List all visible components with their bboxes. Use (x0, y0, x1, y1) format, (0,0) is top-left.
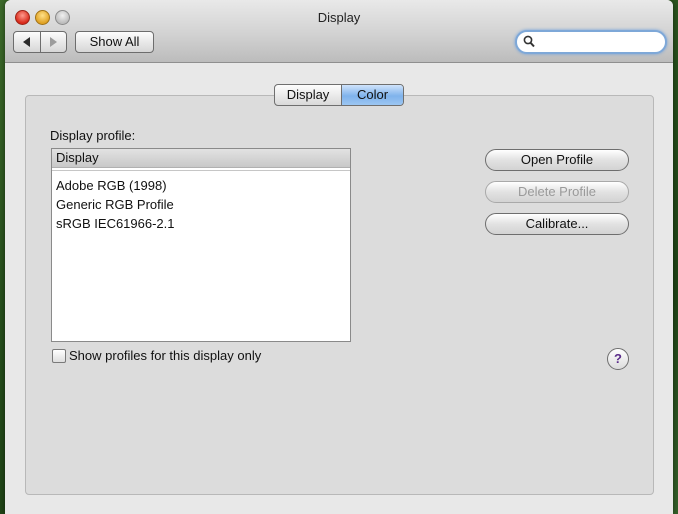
tab-bar: Display Color (274, 84, 404, 106)
window-title: Display (317, 10, 361, 25)
profile-list-item[interactable]: sRGB IEC61966-2.1 (52, 214, 350, 233)
search-icon (523, 35, 535, 48)
forward-arrow-icon (49, 37, 57, 47)
preferences-window: Display Show All Display Color Display p… (5, 0, 673, 514)
help-button[interactable]: ? (607, 348, 629, 370)
toolbar: Display Show All (5, 0, 673, 63)
profile-list-item[interactable]: Generic RGB Profile (52, 195, 350, 214)
search-input[interactable] (537, 33, 657, 49)
profile-list[interactable]: Display Adobe RGB (1998) Generic RGB Pro… (51, 148, 351, 342)
show-profiles-label[interactable]: Show profiles for this display only (69, 348, 261, 363)
tab-display[interactable]: Display (275, 85, 342, 105)
back-arrow-icon (23, 37, 31, 47)
navigation-buttons (13, 31, 67, 53)
search-field[interactable] (515, 30, 667, 54)
forward-button[interactable] (41, 32, 67, 52)
open-profile-button[interactable]: Open Profile (485, 149, 629, 171)
profile-list-header[interactable]: Display (52, 149, 350, 168)
show-profiles-checkbox[interactable] (52, 349, 66, 363)
display-profile-label: Display profile: (50, 128, 136, 143)
delete-profile-button: Delete Profile (485, 181, 629, 203)
show-all-button[interactable]: Show All (75, 31, 154, 53)
back-button[interactable] (14, 32, 41, 52)
profile-list-item[interactable]: Adobe RGB (1998) (52, 176, 350, 195)
calibrate-button[interactable]: Calibrate... (485, 213, 629, 235)
tab-color[interactable]: Color (342, 85, 403, 105)
